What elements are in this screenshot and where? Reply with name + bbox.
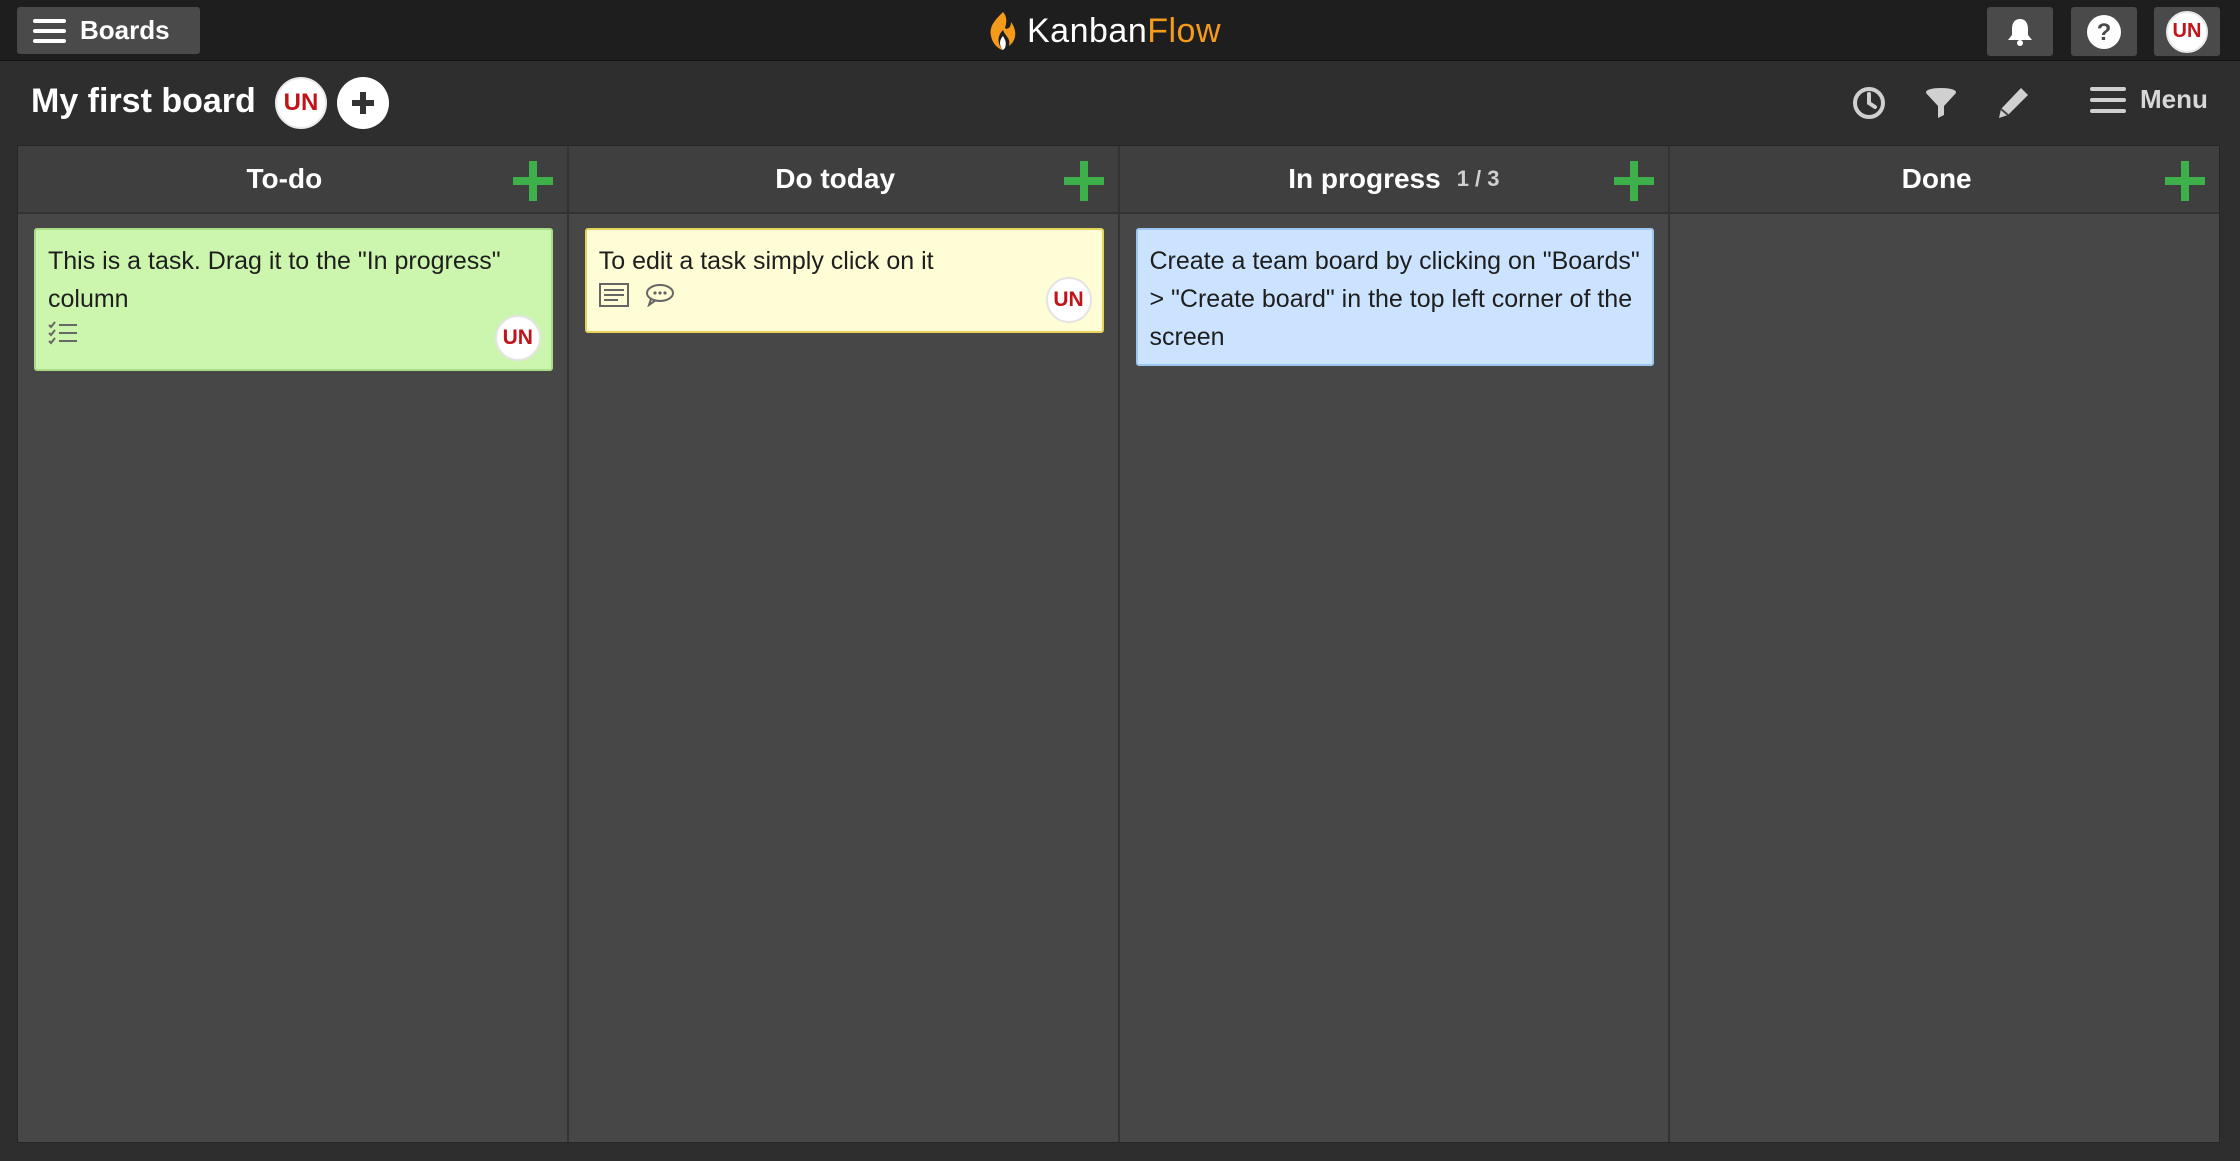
board-menu-button[interactable]: Menu bbox=[2090, 84, 2208, 115]
logo-kanban: Kanban bbox=[1027, 11, 1148, 50]
column-header: In progress 1 / 3 bbox=[1119, 146, 1669, 214]
add-member-button[interactable] bbox=[337, 77, 389, 129]
notifications-button[interactable] bbox=[1987, 7, 2053, 56]
plus-icon bbox=[352, 92, 374, 114]
column-in-progress: In progress 1 / 3 Create a team board by… bbox=[1119, 146, 1671, 1142]
column-header: To-do bbox=[18, 146, 567, 214]
add-task-icon[interactable] bbox=[1063, 161, 1104, 201]
bell-icon bbox=[2008, 18, 2032, 46]
menu-label: Menu bbox=[2140, 84, 2208, 114]
user-menu-button[interactable]: UN bbox=[2154, 7, 2220, 56]
task-text: This is a task. Drag it to the "In progr… bbox=[48, 247, 501, 313]
column-to-do: To-do This is a task. Drag it to the "In… bbox=[18, 146, 569, 1142]
checklist-icon bbox=[48, 321, 78, 345]
column-header: Do today bbox=[568, 146, 1118, 214]
column-title[interactable]: In progress bbox=[1288, 163, 1440, 195]
boards-button-label: Boards bbox=[80, 15, 170, 45]
assignee-avatar[interactable]: UN bbox=[494, 315, 541, 361]
add-task-icon[interactable] bbox=[1614, 161, 1655, 201]
comment-icon bbox=[645, 283, 675, 307]
column-do-today: Do today To edit a task simply click on … bbox=[568, 146, 1120, 1142]
task-card[interactable]: Create a team board by clicking on "Boar… bbox=[1135, 228, 1655, 366]
filter-button[interactable] bbox=[1921, 83, 1961, 123]
assignee-avatar[interactable]: UN bbox=[1045, 277, 1092, 323]
task-text: To edit a task simply click on it bbox=[598, 247, 934, 275]
add-task-icon[interactable] bbox=[2165, 161, 2205, 201]
column-done: Done bbox=[1670, 146, 2219, 1142]
filter-icon bbox=[1926, 88, 1956, 118]
flame-logo-icon bbox=[990, 12, 1016, 50]
task-card[interactable]: This is a task. Drag it to the "In progr… bbox=[34, 228, 553, 371]
time-tracking-button[interactable] bbox=[1849, 83, 1889, 123]
svg-text:?: ? bbox=[2097, 19, 2112, 46]
column-title[interactable]: To-do bbox=[247, 163, 323, 195]
hamburger-icon bbox=[2090, 86, 2126, 113]
column-title[interactable]: Do today bbox=[775, 163, 895, 195]
top-bar: Boards KanbanFlow ? UN bbox=[0, 0, 2240, 61]
kanbanflow-logo[interactable]: KanbanFlow bbox=[985, 8, 1221, 54]
logo-text: KanbanFlow bbox=[1027, 12, 1221, 51]
add-task-icon[interactable] bbox=[512, 161, 553, 201]
task-text: Create a team board by clicking on "Boar… bbox=[1149, 247, 1640, 351]
hamburger-icon bbox=[33, 18, 66, 43]
column-wip-limit: 1 / 3 bbox=[1456, 166, 1500, 191]
task-card[interactable]: To edit a task simply click on it UN bbox=[584, 228, 1104, 333]
help-button[interactable]: ? bbox=[2071, 7, 2137, 56]
logo-flow: Flow bbox=[1147, 11, 1222, 50]
description-icon bbox=[598, 283, 629, 307]
kanban-board: To-do This is a task. Drag it to the "In… bbox=[17, 145, 2220, 1143]
board-member-avatar[interactable]: UN bbox=[275, 77, 327, 129]
board-title[interactable]: My first board bbox=[31, 82, 256, 121]
pencil-icon bbox=[1999, 88, 2028, 118]
column-header: Done bbox=[1670, 146, 2219, 214]
clock-icon bbox=[1853, 87, 1885, 119]
column-title[interactable]: Done bbox=[1902, 163, 1972, 195]
boards-menu-button[interactable]: Boards bbox=[17, 7, 200, 54]
user-avatar: UN bbox=[2166, 10, 2208, 53]
help-icon: ? bbox=[2087, 14, 2121, 49]
edit-board-button[interactable] bbox=[1993, 83, 2033, 123]
